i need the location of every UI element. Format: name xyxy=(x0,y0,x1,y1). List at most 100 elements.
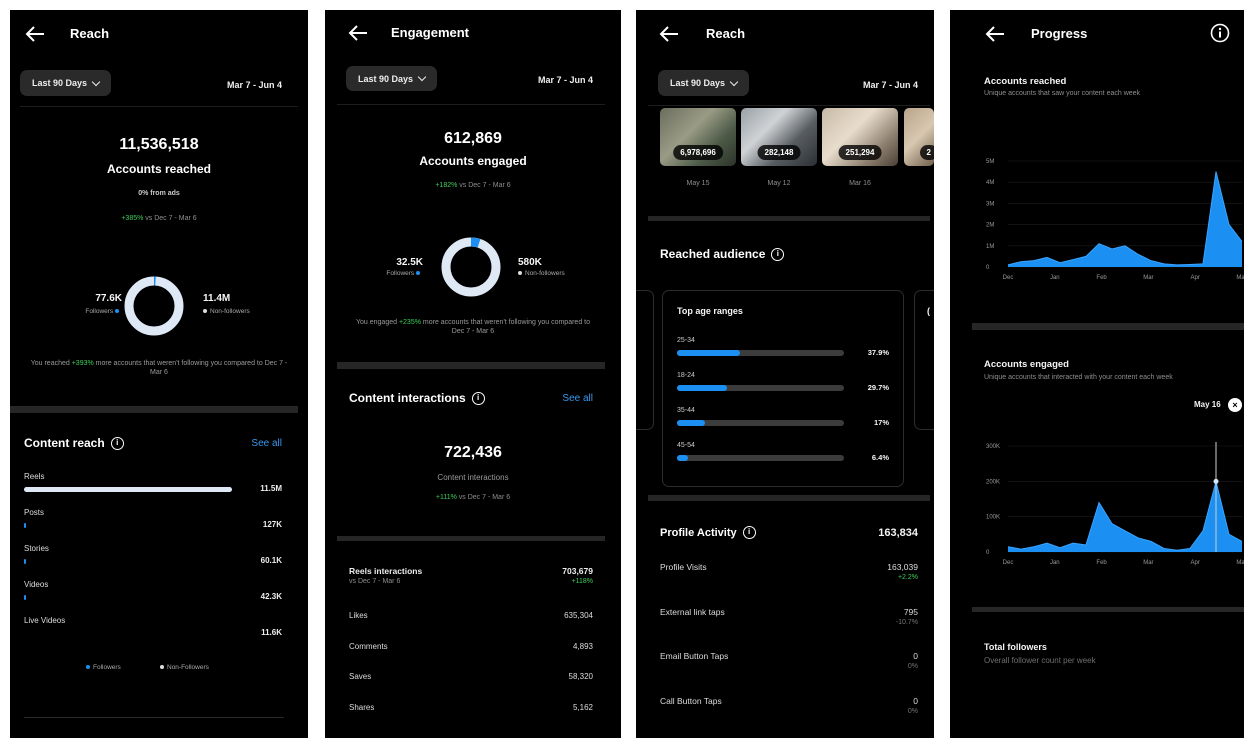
content-interactions-label: Content interactions xyxy=(437,473,509,482)
content-reach-bar xyxy=(24,631,232,636)
activity-row-label: Email Button Taps xyxy=(660,651,729,661)
content-reach-label: Stories xyxy=(24,544,49,553)
y-tick-label: 4M xyxy=(986,180,994,186)
see-all-link[interactable]: See all xyxy=(251,438,282,449)
activity-row-label: Call Button Taps xyxy=(660,695,722,706)
age-range-bar-fill xyxy=(677,455,688,461)
x-tick-label: Feb xyxy=(1096,560,1107,566)
reach-screen: Reach Last 90 Days Mar 7 - Jun 4 11,536,… xyxy=(10,10,308,738)
see-all-link[interactable]: See all xyxy=(562,393,593,404)
y-tick-label: 300K xyxy=(986,444,1000,450)
interaction-row-value: 58,320 xyxy=(568,672,593,681)
content-reach-bar xyxy=(24,487,232,492)
info-icon[interactable]: i xyxy=(471,391,485,405)
age-range-label: 45-54 xyxy=(677,442,695,449)
x-tick-label: Jan xyxy=(1050,560,1060,566)
date-filter-label: Last 90 Days xyxy=(358,73,414,84)
activity-row-value: 0 xyxy=(913,695,918,706)
content-reach-value: 11.5M xyxy=(260,484,282,493)
date-filter-dropdown[interactable]: Last 90 Days xyxy=(658,70,750,96)
content-reach-value: 11.6K xyxy=(261,628,282,637)
content-thumbnail[interactable]: 282,148 xyxy=(741,108,817,166)
content-thumbnail[interactable]: 251,294 xyxy=(822,108,898,166)
page-title: Engagement xyxy=(391,25,470,40)
age-range-bar xyxy=(677,455,844,461)
y-tick-label: 2M xyxy=(986,223,994,229)
y-tick-label: 5M xyxy=(986,159,994,165)
date-range: Mar 7 - Jun 4 xyxy=(537,75,593,85)
interaction-row-label: Saves xyxy=(349,672,372,681)
date-filter-dropdown[interactable]: Last 90 Days xyxy=(346,66,438,91)
thumbnail-reach-badge: 6,978,696 xyxy=(673,145,723,160)
activity-row-change: 0% xyxy=(907,663,918,670)
y-tick-label: 1M xyxy=(986,244,994,250)
accounts-engaged-chart: 0 100K 200K 300K Dec Jan Feb Mar Apr May xyxy=(986,442,1244,566)
age-range-bar-fill xyxy=(677,385,727,391)
x-tick-label: May xyxy=(1236,275,1244,281)
thumbnail-date: May 12 xyxy=(767,180,791,187)
interaction-row-value: 5,162 xyxy=(572,702,593,712)
x-tick-label: Jan xyxy=(1050,275,1060,281)
back-arrow-icon[interactable] xyxy=(658,24,680,44)
chevron-down-icon xyxy=(729,77,739,86)
interaction-row-label: Likes xyxy=(349,611,368,620)
engagement-donut xyxy=(441,237,501,297)
chart-tooltip-date: May 16 xyxy=(1194,400,1221,409)
activity-row-change: 0% xyxy=(907,707,918,715)
engagement-screen: Engagement Last 90 Days Mar 7 - Jun 4 61… xyxy=(325,10,621,738)
info-icon[interactable]: i xyxy=(771,247,785,261)
date-filter-dropdown[interactable]: Last 90 Days xyxy=(20,70,112,96)
followers-legend: Followers xyxy=(351,270,423,277)
content-thumbnail[interactable]: 2 xyxy=(904,108,934,166)
age-ranges-card: Top age ranges 25-34 37.9% 18-24 29.7% 35-44… xyxy=(662,290,904,487)
info-icon[interactable]: i xyxy=(742,526,756,539)
age-range-bar xyxy=(677,385,844,391)
back-arrow-icon[interactable] xyxy=(984,24,1006,44)
y-tick-label: 0 xyxy=(986,265,990,271)
profile-activity-total: 163,834 xyxy=(878,527,918,539)
interaction-row-label: Comments xyxy=(349,641,388,651)
date-filter-label: Last 90 Days xyxy=(670,78,726,88)
audience-card-next[interactable]: ( xyxy=(914,290,934,430)
activity-row-change: +2.2% xyxy=(897,574,918,581)
content-reach-bar xyxy=(24,523,232,528)
audience-card-prev[interactable] xyxy=(636,290,654,430)
back-arrow-icon[interactable] xyxy=(347,23,369,43)
accounts-engaged-label: Accounts engaged xyxy=(419,154,527,168)
total-followers-subtitle: Overall follower count per week xyxy=(984,656,1096,665)
content-reach-label: Live Videos xyxy=(24,616,66,625)
interaction-row-label: Shares xyxy=(349,702,375,712)
progress-screen: Progress Accounts reached Unique account… xyxy=(950,10,1244,738)
thumbnail-date: May 15 xyxy=(686,180,710,187)
age-range-value: 17% xyxy=(873,418,889,427)
content-thumbnail[interactable]: 6,978,696 xyxy=(660,108,736,166)
from-ads-text: 0% from ads xyxy=(138,190,180,197)
thumbnail-reach-badge: 282,148 xyxy=(757,145,801,160)
y-tick-label: 3M xyxy=(986,201,994,207)
content-reach-value: 60.1K xyxy=(260,556,282,565)
accounts-reached-chart-subtitle: Unique accounts that saw your content ea… xyxy=(984,90,1141,97)
back-arrow-icon[interactable] xyxy=(24,24,46,44)
thumbnail-reach-badge: 2 xyxy=(919,145,934,160)
legend-nonfollowers: Non-Followers xyxy=(160,664,209,671)
content-reach-bar-fill xyxy=(24,523,27,528)
x-tick-label: Apr xyxy=(1191,560,1200,566)
x-tick-label: May xyxy=(1236,560,1244,566)
content-reach-bar-fill xyxy=(24,595,26,600)
age-range-bar xyxy=(677,420,844,426)
activity-row-label: Profile Visits xyxy=(660,562,707,572)
info-icon[interactable] xyxy=(1210,23,1230,43)
page-title: Reach xyxy=(706,26,746,41)
y-tick-label: 200K xyxy=(986,479,1000,485)
interactions-change: +111% vs Dec 7 - Mar 6 xyxy=(435,494,511,501)
selection-marker-point[interactable] xyxy=(1213,478,1219,484)
close-tooltip-icon[interactable]: × xyxy=(1228,398,1242,412)
reach-audience-screen: Reach Last 90 Days Mar 7 - Jun 4 6,978,6… xyxy=(636,10,934,738)
thumbnail-reach-badge: 251,294 xyxy=(838,145,882,160)
accounts-reached-total: 11,536,518 xyxy=(119,136,199,153)
nonfollowers-value: 11.4M xyxy=(203,293,231,304)
accounts-reached-chart-title: Accounts reached xyxy=(984,76,1067,87)
info-icon[interactable]: i xyxy=(110,436,124,450)
age-ranges-title: Top age ranges xyxy=(677,306,743,316)
y-tick-label: 100K xyxy=(986,515,1000,521)
